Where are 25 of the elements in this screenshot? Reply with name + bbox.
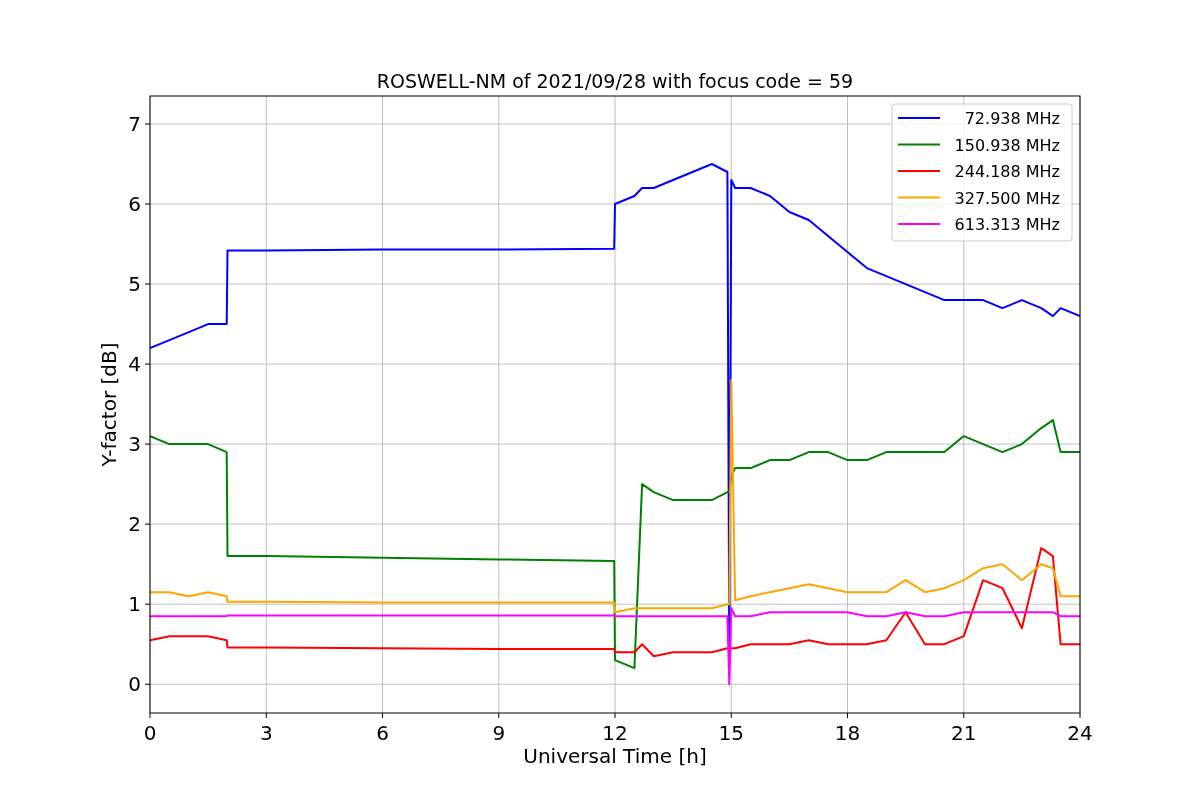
x-tick-label: 9 (492, 721, 506, 745)
x-tick-label: 21 (951, 721, 977, 745)
x-tick-label: 15 (718, 721, 744, 745)
y-tick-label: 4 (128, 352, 141, 377)
legend-label: 72.938 MHz (964, 109, 1060, 128)
y-tick-label: 2 (128, 512, 141, 537)
x-tick-label: 6 (376, 721, 389, 745)
y-tick-label: 6 (128, 192, 141, 217)
y-tick-label: 3 (128, 432, 141, 457)
x-tick-label: 18 (834, 721, 861, 745)
y-tick-label: 7 (128, 112, 141, 136)
chart-title: ROSWELL-NM of 2021/09/28 with focus code = 59 (376, 70, 854, 92)
legend-label: 327.500 MHz (954, 188, 1060, 208)
y-tick-label: 1 (128, 592, 141, 617)
x-tick-label: 0 (143, 721, 157, 745)
legend-label: 150.938 MHz (954, 135, 1060, 155)
x-tick-label: 3 (259, 721, 273, 745)
y-tick-label: 0 (128, 672, 141, 697)
legend-label: 244.188 MHz (954, 162, 1060, 181)
y-axis-label: Y-factor [dB] (97, 342, 121, 467)
legend-label: 613.313 MHz (954, 215, 1060, 234)
y-tick-label: 5 (128, 272, 141, 297)
x-tick-label: 12 (602, 721, 628, 745)
x-axis-label: Universal Time [h] (523, 744, 707, 768)
x-tick-label: 24 (1067, 721, 1093, 745)
